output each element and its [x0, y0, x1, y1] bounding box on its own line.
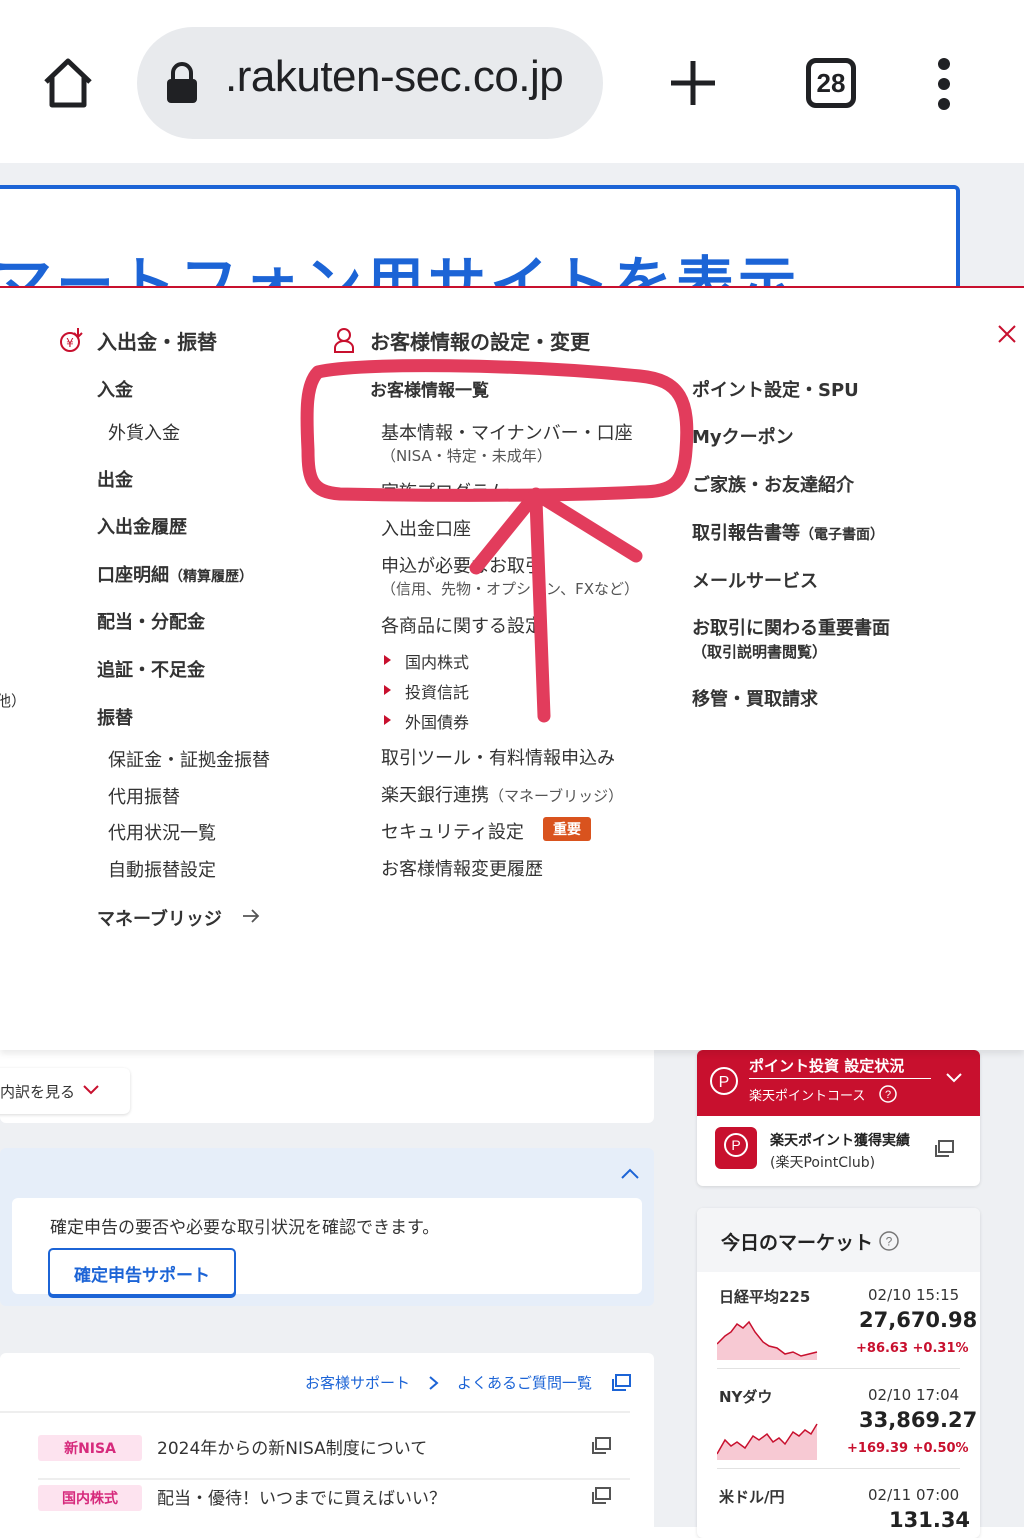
breakdown-toggle[interactable]: 内訳を見る [0, 1068, 130, 1114]
market-name: 日経平均225 [719, 1288, 811, 1306]
external-link-icon[interactable] [934, 1140, 954, 1158]
breakdown-link: 内訳を見る [0, 1083, 76, 1101]
market-value: 33,869.27 [859, 1408, 978, 1432]
market-value: 131.34 [889, 1508, 971, 1532]
market-time: 02/10 15:15 [868, 1286, 960, 1304]
market-name: 米ドル/円 [719, 1488, 785, 1506]
point-course: 楽天ポイントコース [749, 1089, 866, 1104]
menu-item-collateral-status[interactable]: 代用状況一覧 [108, 819, 216, 845]
menu-item-auto-transfer[interactable]: 自動振替設定 [108, 856, 216, 882]
menu-item-bank-link[interactable]: 楽天銀行連携（マネーブリッジ） [381, 781, 623, 807]
external-link-icon [612, 1374, 631, 1391]
pointclub-icon: P [715, 1127, 757, 1169]
tax-support-label: 確定申告サポート [74, 1266, 210, 1286]
annotation-overlay [300, 359, 694, 723]
point-invest-header[interactable]: P ポイント投資 設定状況 楽天ポイントコース ? [697, 1050, 980, 1116]
svg-text:?: ? [885, 1089, 891, 1101]
market-time: 02/11 07:00 [868, 1486, 960, 1504]
tax-section: 確定申告の要否や必要な取引状況を確認できます。 確定申告サポート [0, 1148, 654, 1306]
faq-link[interactable]: よくあるご質問一覧 [457, 1372, 592, 1393]
menu-item-change-history[interactable]: お客様情報変更履歴 [381, 855, 543, 881]
market-change: +169.39 +0.50% [847, 1441, 969, 1456]
sparkline [717, 1423, 818, 1460]
market-value: 27,670.98 [859, 1308, 978, 1332]
market-time: 02/10 17:04 [868, 1386, 960, 1404]
chevron-down-icon [83, 1085, 99, 1095]
tax-box: 確定申告の要否や必要な取引状況を確認できます。 確定申告サポート [12, 1198, 642, 1296]
faq-row-text[interactable]: 配当・優待！いつまでに買えばいい？ [157, 1484, 446, 1509]
pointclub-sub: (楽天PointClub) [770, 1155, 876, 1171]
annotation-circle [300, 359, 694, 502]
market-card: 今日のマーケット ? 日経平均225 02/10 15:15 27,670.98… [697, 1208, 980, 1538]
svg-text:P: P [731, 1137, 740, 1153]
chevron-right-icon [429, 1376, 439, 1390]
annotation-arrow [469, 487, 643, 723]
help-icon[interactable]: ? [879, 1085, 897, 1103]
important-badge: 重要 [543, 817, 591, 841]
external-link-icon [592, 1437, 611, 1454]
svg-text:P: P [719, 1074, 730, 1091]
faq-section: お客様サポート よくあるご質問一覧 新NISA 2024年からの新NISA制度に… [0, 1353, 654, 1533]
market-name: NYダウ [719, 1388, 773, 1406]
help-icon[interactable]: ? [878, 1230, 900, 1252]
pointclub-title[interactable]: 楽天ポイント獲得実績 [770, 1130, 910, 1150]
market-title: 今日のマーケット [721, 1232, 874, 1254]
menu-item-collateral-transfer[interactable]: 代用振替 [108, 783, 180, 809]
support-link[interactable]: お客様サポート [305, 1372, 410, 1393]
faq-row-text[interactable]: 2024年からの新NISA制度について [157, 1434, 427, 1459]
faq-tag: 新NISA [38, 1435, 142, 1461]
svg-text:?: ? [886, 1235, 893, 1249]
tax-support-button[interactable]: 確定申告サポート [48, 1248, 236, 1296]
bank-link-label: 楽天銀行連携 [381, 785, 489, 806]
external-link-icon [592, 1487, 611, 1504]
bank-link-sub: （マネーブリッジ） [489, 787, 624, 805]
chevron-up-icon[interactable] [620, 1166, 640, 1180]
tax-text: 確定申告の要否や必要な取引状況を確認できます。 [50, 1218, 440, 1238]
menu-item-security[interactable]: セキュリティ設定 [381, 818, 524, 844]
money-bridge-label: マネーブリッジ [97, 909, 222, 930]
point-invest-card: P ポイント投資 設定状況 楽天ポイントコース ? P 楽天ポイント獲得実績 (… [697, 1050, 980, 1186]
faq-tag: 国内株式 [38, 1485, 142, 1511]
chevron-down-icon [946, 1073, 962, 1083]
sparkline [717, 1320, 818, 1360]
point-invest-title: ポイント投資 設定状況 [749, 1057, 905, 1075]
menu-item-money-bridge[interactable]: マネーブリッジ [97, 905, 222, 931]
arrow-right-icon [243, 909, 260, 923]
market-change: +86.63 +0.31% [856, 1341, 969, 1356]
point-icon: P [710, 1067, 738, 1095]
